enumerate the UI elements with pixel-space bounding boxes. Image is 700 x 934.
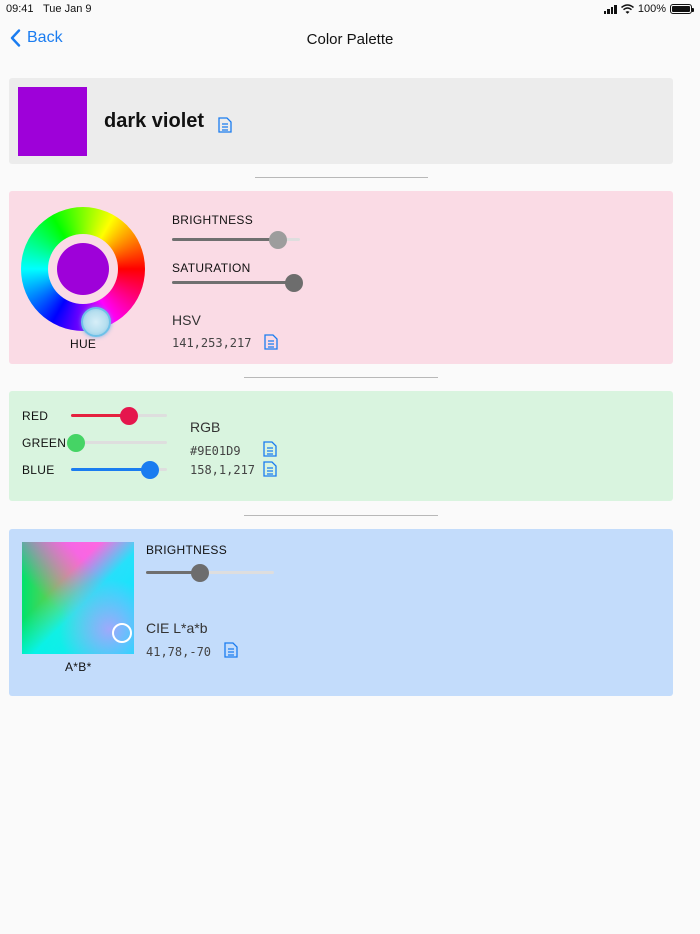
color-swatch (18, 87, 87, 156)
lab-brightness-slider[interactable] (146, 563, 274, 582)
red-slider[interactable] (71, 406, 167, 425)
wifi-icon (620, 4, 634, 14)
copy-lab-icon[interactable] (224, 642, 238, 658)
saturation-slider[interactable] (172, 273, 303, 292)
blue-slider[interactable] (71, 460, 167, 479)
section-divider (244, 377, 438, 378)
ab-knob[interactable] (112, 623, 132, 643)
rgb-value: 158,1,217 (190, 463, 256, 477)
section-divider (255, 177, 428, 178)
status-date: Tue Jan 9 (43, 3, 92, 15)
hue-wheel-inner (48, 234, 118, 304)
copy-icon[interactable] (218, 117, 232, 133)
saturation-label: SATURATION (172, 261, 251, 275)
cellular-signal-icon (603, 4, 617, 14)
hsv-brightness-slider[interactable] (172, 230, 300, 249)
rgb-title: RGB (190, 419, 221, 435)
hsv-brightness-label: BRIGHTNESS (172, 213, 254, 227)
hue-preview (57, 243, 109, 295)
slider-fill (71, 468, 150, 471)
color-swatch-panel: dark violet (9, 78, 673, 164)
copy-hex-icon[interactable] (263, 441, 277, 457)
rgb-panel: RED GREEN BLUE RGB #9E01D9 158,1,217 (9, 391, 673, 501)
status-indicators: 100% (603, 3, 694, 15)
slider-thumb[interactable] (269, 230, 288, 249)
navigation-bar: Back Color Palette (0, 20, 700, 60)
slider-thumb[interactable] (119, 406, 138, 425)
copy-hsv-icon[interactable] (264, 334, 278, 350)
hsv-title: HSV (172, 312, 201, 328)
green-label: GREEN (22, 436, 67, 450)
copy-rgb-icon[interactable] (263, 461, 277, 477)
ab-plane-label: A*B* (65, 660, 92, 674)
lab-value: 41,78,-70 (146, 645, 212, 659)
status-bar: 09:41 Tue Jan 9 100% (0, 0, 700, 20)
slider-thumb[interactable] (66, 433, 85, 452)
hue-knob[interactable] (81, 307, 111, 337)
lab-brightness-label: BRIGHTNESS (146, 543, 228, 557)
slider-thumb[interactable] (190, 563, 209, 582)
green-slider[interactable] (66, 433, 167, 452)
battery-fill (672, 6, 690, 12)
rgb-hex-value: #9E01D9 (190, 444, 241, 458)
slider-fill (172, 281, 294, 284)
lab-title: CIE L*a*b (146, 620, 208, 636)
lab-panel: A*B* BRIGHTNESS CIE L*a*b 41,78,-70 (9, 529, 673, 696)
slider-fill (172, 238, 279, 241)
slider-thumb[interactable] (284, 273, 303, 292)
battery-icon (670, 4, 694, 14)
hsv-value: 141,253,217 (172, 336, 252, 350)
section-divider (244, 515, 438, 516)
red-label: RED (22, 409, 49, 423)
page-title: Color Palette (306, 31, 394, 48)
color-name: dark violet (104, 110, 205, 132)
hsv-panel: HUE BRIGHTNESS SATURATION HSV 141,253,21… (9, 191, 673, 364)
status-time: 09:41 (6, 3, 34, 15)
slider-thumb[interactable] (140, 460, 159, 479)
hue-label: HUE (70, 337, 97, 351)
battery-percent: 100% (637, 3, 666, 15)
blue-label: BLUE (22, 463, 55, 477)
